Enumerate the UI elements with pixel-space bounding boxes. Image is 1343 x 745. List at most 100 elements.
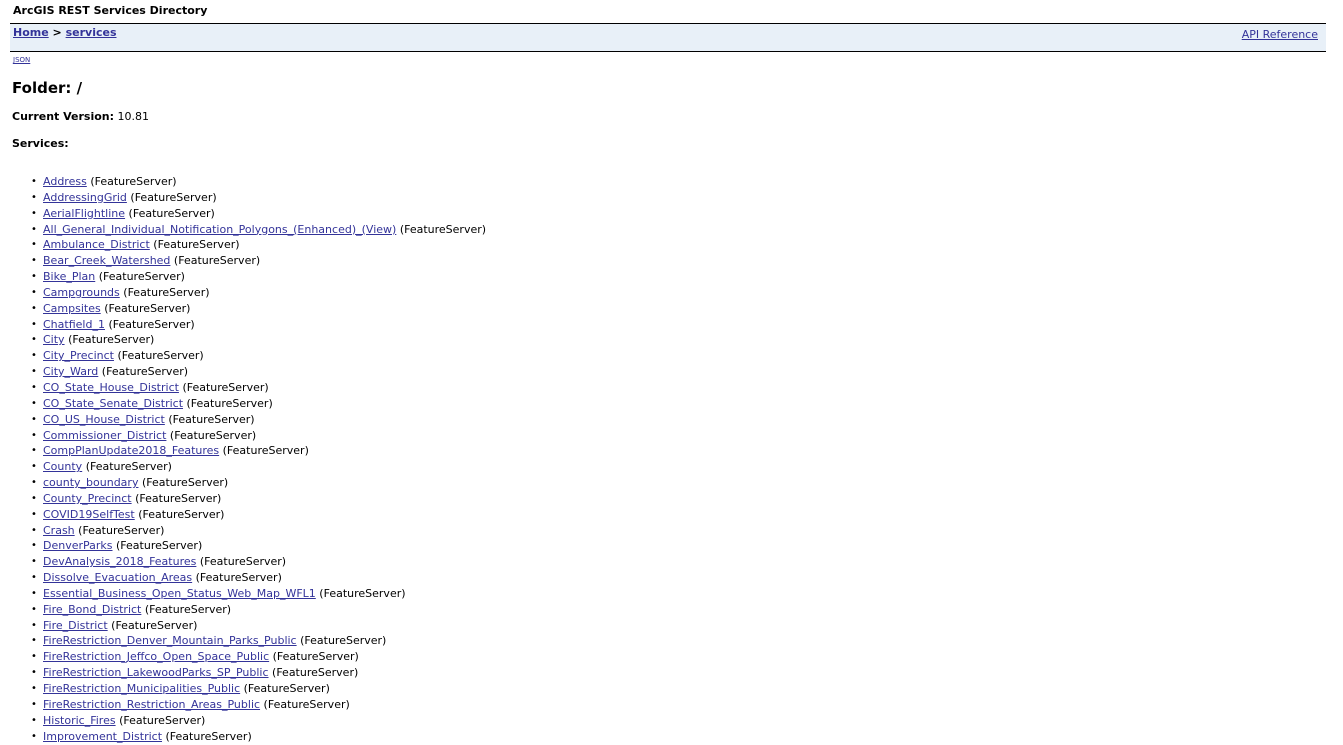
bullet-icon: • — [31, 714, 37, 726]
nav-bar: Home > services API Reference — [10, 23, 1326, 52]
bullet-icon: • — [31, 255, 37, 267]
service-link[interactable]: AddressingGrid — [43, 191, 127, 204]
service-type: (FeatureServer) — [153, 238, 240, 252]
bullet-icon: • — [31, 572, 37, 584]
service-link[interactable]: FireRestriction_Municipalities_Public — [43, 682, 240, 695]
bullet-icon: • — [31, 635, 37, 647]
bullet-icon: • — [31, 698, 37, 710]
service-link[interactable]: Bike_Plan — [43, 270, 95, 283]
service-list-item: • County_Precinct (FeatureServer) — [31, 491, 486, 507]
service-link[interactable]: Fire_Bond_District — [43, 603, 141, 616]
service-type: (FeatureServer) — [144, 602, 232, 616]
bullet-icon: • — [31, 445, 37, 457]
service-list-item: • Fire_District (FeatureServer) — [31, 618, 486, 634]
breadcrumb-services-link[interactable]: services — [66, 26, 117, 39]
service-link[interactable]: CO_State_Senate_District — [43, 397, 183, 410]
bullet-icon: • — [31, 492, 37, 504]
service-link[interactable]: FireRestriction_LakewoodParks_SP_Public — [43, 666, 269, 679]
json-link[interactable]: JSON — [13, 56, 30, 64]
service-list-item: • FireRestriction_Denver_Mountain_Parks_P… — [31, 633, 486, 649]
bullet-icon: • — [31, 477, 37, 489]
service-link[interactable]: Commissioner_District — [43, 429, 166, 442]
bullet-icon: • — [31, 587, 37, 599]
service-list-item: • City (FeatureServer) — [31, 332, 486, 348]
service-link[interactable]: AerialFlightline — [43, 207, 125, 220]
service-list-item: • FireRestriction_LakewoodParks_SP_Public… — [31, 665, 486, 681]
service-link[interactable]: City — [43, 333, 65, 346]
service-link[interactable]: Campgrounds — [43, 286, 120, 299]
service-link[interactable]: Chatfield_1 — [43, 318, 105, 331]
bullet-icon: • — [31, 302, 37, 314]
service-link[interactable]: Crash — [43, 524, 75, 537]
service-list-item: • Historic_Fires (FeatureServer) — [31, 713, 486, 729]
bullet-icon: • — [31, 413, 37, 425]
service-link[interactable]: county_boundary — [43, 476, 138, 489]
folder-heading: Folder: / — [12, 79, 83, 97]
service-type: (FeatureServer) — [186, 396, 273, 410]
service-link[interactable]: DevAnalysis_2018_Features — [43, 555, 196, 568]
service-link[interactable]: County_Precinct — [43, 492, 132, 505]
service-list-item: • Fire_Bond_District (FeatureServer) — [31, 602, 486, 618]
bullet-icon: • — [31, 603, 37, 615]
service-link[interactable]: Essential_Business_Open_Status_Web_Map_W… — [43, 587, 316, 600]
bullet-icon: • — [31, 176, 37, 187]
service-link[interactable]: Bear_Creek_Watershed — [43, 254, 170, 267]
service-link[interactable]: Improvement_District — [43, 730, 162, 743]
service-list-item: • Crash (FeatureServer) — [31, 523, 486, 539]
service-link[interactable]: CompPlanUpdate2018_Features — [43, 444, 219, 457]
service-type: (FeatureServer) — [98, 270, 185, 284]
service-list-item: • Dissolve_Evacuation_Areas (FeatureServe… — [31, 570, 486, 586]
bullet-icon: • — [31, 286, 37, 298]
service-link[interactable]: Ambulance_District — [43, 238, 150, 251]
service-type: (FeatureServer) — [222, 444, 309, 458]
service-type: (FeatureServer) — [85, 460, 172, 474]
service-link[interactable]: Fire_District — [43, 619, 108, 632]
service-link[interactable]: FireRestriction_Jeffco_Open_Space_Public — [43, 650, 269, 663]
bullet-icon: • — [31, 524, 37, 536]
service-link[interactable]: City_Precinct — [43, 349, 114, 362]
service-list: • Address (FeatureServer) • AddressingGrid … — [0, 174, 486, 744]
service-type: (FeatureServer) — [108, 317, 195, 331]
service-type: (FeatureServer) — [173, 254, 261, 268]
service-link[interactable]: Address — [43, 175, 87, 188]
service-link[interactable]: COVID19SelfTest — [43, 508, 135, 521]
api-reference-link[interactable]: API Reference — [1242, 28, 1318, 41]
service-list-item: • Commissioner_District (FeatureServer) — [31, 428, 486, 444]
service-list-item: • Ambulance_District (FeatureServer) — [31, 237, 486, 253]
breadcrumb: Home > services — [13, 26, 117, 39]
service-type: (FeatureServer) — [117, 349, 204, 363]
service-list-item: • county_boundary (FeatureServer) — [31, 475, 486, 491]
service-link[interactable]: DenverParks — [43, 539, 113, 552]
service-type: (FeatureServer) — [104, 301, 191, 315]
service-type: (FeatureServer) — [182, 380, 269, 394]
service-type: (FeatureServer) — [111, 618, 198, 632]
service-link[interactable]: FireRestriction_Denver_Mountain_Parks_Pu… — [43, 634, 297, 647]
service-list-item: • DevAnalysis_2018_Features (FeatureServe… — [31, 554, 486, 570]
service-type: (FeatureServer) — [123, 285, 210, 299]
bullet-icon: • — [31, 619, 37, 631]
bullet-icon: • — [31, 397, 37, 409]
service-list-item: • FireRestriction_Municipalities_Public (… — [31, 681, 486, 697]
bullet-icon: • — [31, 334, 37, 346]
service-type: (FeatureServer) — [101, 365, 189, 379]
bullet-icon: • — [31, 683, 37, 694]
services-heading: Services: — [12, 137, 69, 150]
service-link[interactable]: FireRestriction_Restriction_Areas_Public — [43, 698, 260, 711]
bullet-icon: • — [31, 540, 37, 552]
service-link[interactable]: CO_State_House_District — [43, 381, 179, 394]
service-link[interactable]: Campsites — [43, 302, 101, 315]
service-link[interactable]: Dissolve_Evacuation_Areas — [43, 571, 192, 584]
service-list-item: • Bike_Plan (FeatureServer) — [31, 269, 486, 285]
service-link[interactable]: Historic_Fires — [43, 714, 116, 727]
page-title: ArcGIS REST Services Directory — [13, 4, 208, 17]
breadcrumb-separator: > — [52, 26, 62, 39]
service-type: (FeatureServer) — [141, 476, 229, 490]
service-link[interactable]: CO_US_House_District — [43, 413, 165, 426]
breadcrumb-home-link[interactable]: Home — [13, 26, 49, 39]
bullet-icon: • — [31, 271, 37, 283]
service-link[interactable]: City_Ward — [43, 365, 98, 378]
service-type: (FeatureServer) — [319, 586, 406, 600]
service-link[interactable]: County — [43, 460, 82, 473]
service-type: (FeatureServer) — [130, 190, 217, 204]
service-link[interactable]: All_General_Individual_Notification_Poly… — [43, 223, 396, 236]
